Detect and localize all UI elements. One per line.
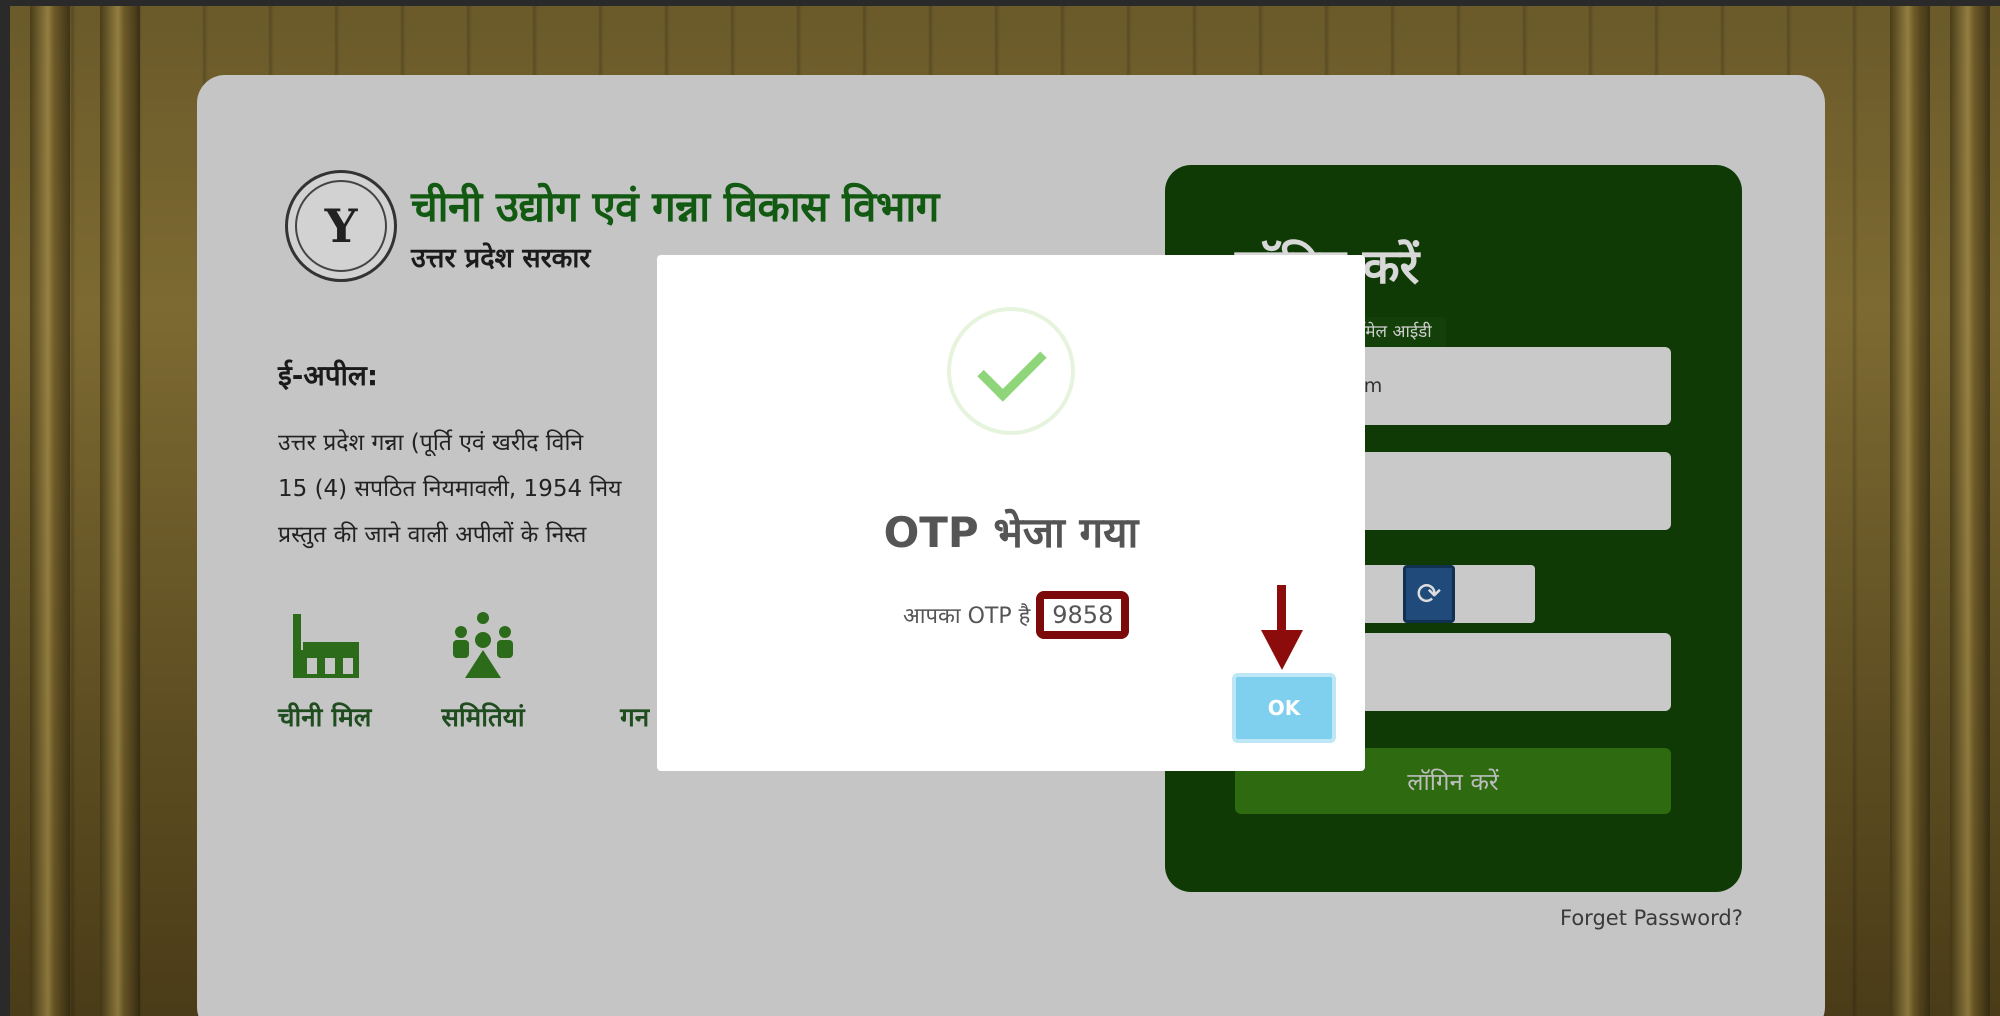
dialog-message: आपका OTP है 9858 [903,591,1130,639]
dialog-title: OTP भेजा गया [883,508,1139,557]
annotation-arrow-head [1261,630,1303,670]
ok-button[interactable]: OK [1232,673,1336,743]
success-check-icon [947,307,1075,435]
otp-value: 9858 [1036,591,1130,639]
annotation-arrow [1277,585,1286,633]
otp-sent-dialog: OTP भेजा गया आपका OTP है 9858 OK [657,255,1365,771]
otp-message-text: आपका OTP है [903,604,1031,629]
